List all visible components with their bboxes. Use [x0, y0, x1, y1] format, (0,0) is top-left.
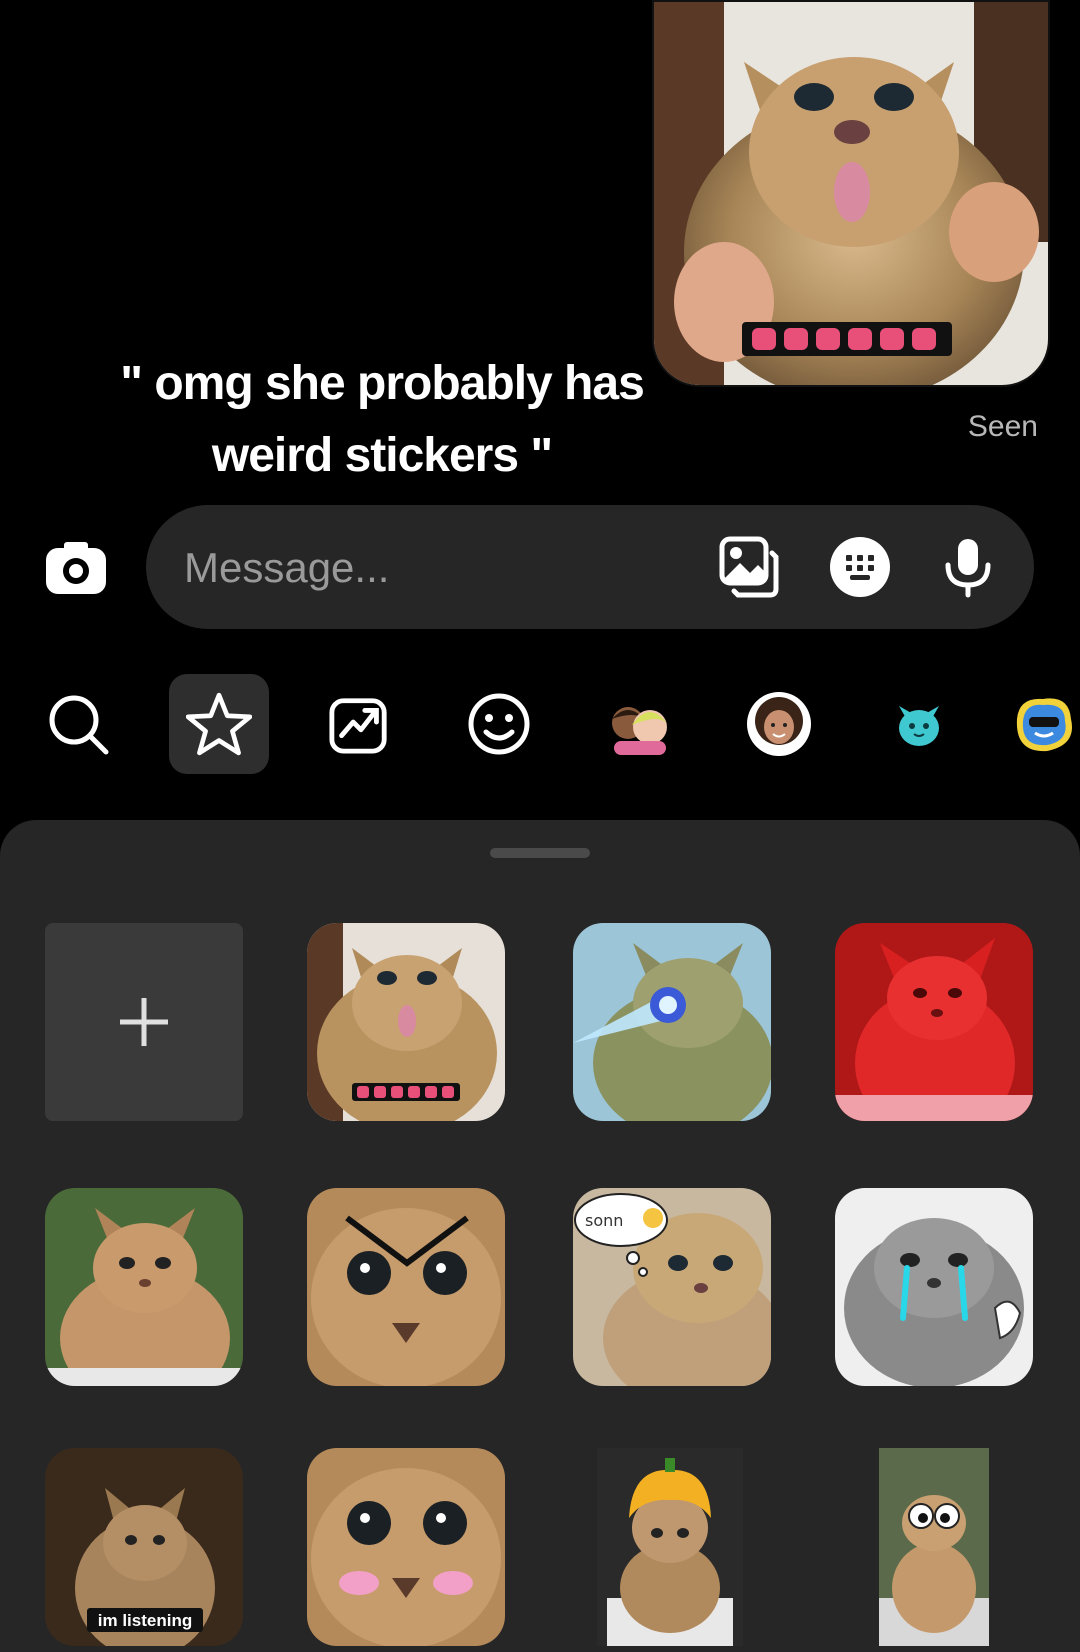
tab-cat-pack[interactable]	[869, 674, 969, 774]
sticker-cat-thinking[interactable]: sonn	[573, 1188, 771, 1386]
smiley-icon	[468, 693, 530, 755]
thought-bubble-text: sonn	[585, 1211, 623, 1230]
message-composer	[146, 505, 1034, 629]
avatar-icon	[747, 692, 811, 756]
sticker-cat-listening[interactable]: im listening	[45, 1448, 243, 1646]
camera-button[interactable]	[44, 536, 108, 600]
cat-sticker-icon	[899, 706, 939, 746]
sticker-cat-angry[interactable]	[307, 1188, 505, 1386]
sticker-cat-pepper-hat[interactable]	[597, 1448, 743, 1646]
caption-overlay: " omg she probably has weird stickers "	[92, 348, 672, 492]
tab-avatar-pair[interactable]	[589, 674, 689, 774]
sticker-panel: sonn im listening	[0, 820, 1080, 1652]
keyboard-icon	[830, 537, 890, 597]
drag-handle[interactable]	[490, 848, 590, 858]
sticker-cat-laser[interactable]	[573, 923, 771, 1121]
tab-favorites[interactable]	[169, 674, 269, 774]
camera-icon	[46, 542, 106, 594]
add-sticker-button[interactable]	[45, 923, 243, 1121]
caption-line-2: weird stickers "	[211, 429, 553, 482]
sticker-cat-crying[interactable]	[835, 1188, 1033, 1386]
tab-my-avatar[interactable]	[729, 674, 829, 774]
voice-button[interactable]	[936, 535, 1000, 599]
gallery-icon	[719, 536, 779, 598]
sticker-cat-sitting[interactable]	[45, 1188, 243, 1386]
message-input[interactable]	[182, 537, 706, 599]
plus-icon	[120, 998, 168, 1046]
search-icon	[49, 695, 109, 755]
tab-trending[interactable]	[309, 674, 409, 774]
sent-sticker-image[interactable]	[652, 0, 1050, 387]
microphone-icon	[945, 539, 991, 598]
gallery-button[interactable]	[718, 535, 782, 599]
sticker-cat-tongue[interactable]	[307, 923, 505, 1121]
seen-status: Seen	[967, 410, 1038, 443]
trending-icon	[329, 698, 387, 754]
tab-monster-pack[interactable]	[1009, 674, 1080, 774]
tab-emoji[interactable]	[449, 674, 549, 774]
monster-sticker-icon	[1016, 698, 1072, 752]
tab-search[interactable]	[28, 674, 128, 774]
caption-line-1: " omg she probably has	[120, 357, 645, 410]
sticker-keyboard-button[interactable]	[828, 535, 892, 599]
sticker-cat-red[interactable]	[835, 923, 1033, 1121]
sticker-cat-googly-eyes[interactable]	[879, 1448, 989, 1646]
sticker-caption: im listening	[98, 1611, 192, 1630]
star-icon	[186, 692, 252, 756]
avatar-pair-icon	[612, 707, 668, 755]
sticker-cat-blush[interactable]	[307, 1448, 505, 1646]
